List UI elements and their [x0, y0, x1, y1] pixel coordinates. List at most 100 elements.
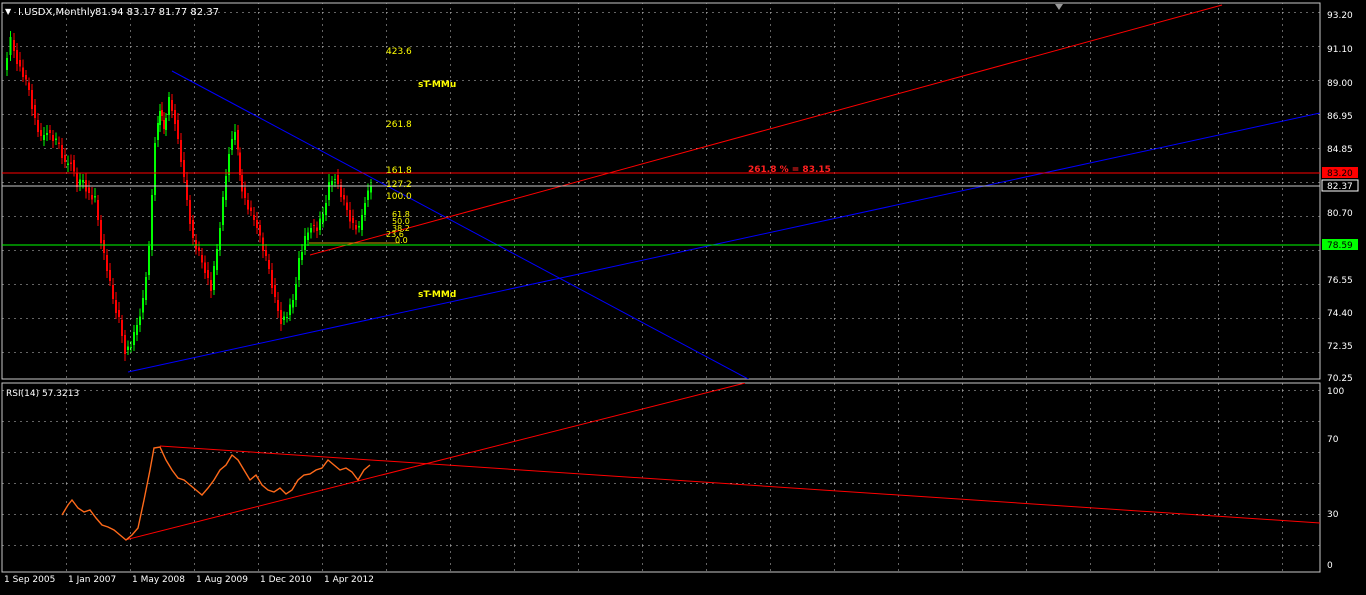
candle-body	[192, 220, 194, 238]
candle-body	[244, 187, 246, 198]
candle-body	[265, 250, 267, 256]
date-label: 1 Aug 2009	[196, 575, 248, 585]
candle-body	[31, 90, 33, 109]
candle-body	[241, 175, 243, 192]
price-label: 76.55	[1327, 276, 1353, 286]
candle-body	[256, 220, 258, 228]
candle-body	[22, 67, 24, 77]
candle-body	[180, 140, 182, 162]
candle-body	[168, 97, 170, 115]
candle-body	[316, 227, 318, 231]
candle-body	[367, 190, 369, 200]
candle-body	[76, 172, 78, 187]
price-label: 86.95	[1327, 112, 1353, 122]
candle-body	[183, 160, 185, 177]
target-level-label: 261.8 % = 83.15	[748, 165, 831, 175]
candle-body	[222, 197, 224, 225]
chart-canvas[interactable]: 423.6 261.8 161.8 127.2 100.0 61.8 50.0 …	[0, 0, 1366, 591]
candle-body	[115, 300, 117, 313]
date-label: 1 Sep 2005	[4, 575, 55, 585]
candle-body	[64, 155, 66, 162]
candle-body	[142, 298, 144, 313]
candle-body	[322, 214, 324, 223]
candle-body	[361, 215, 363, 230]
candle-body	[171, 100, 173, 111]
candle-body	[247, 200, 249, 210]
candle-body	[328, 182, 330, 200]
rsi-grid	[2, 383, 1320, 572]
price-axis: 93.20 91.10 89.00 86.95 84.85 80.70 76.5…	[1321, 11, 1359, 384]
fibo-label-0: 0.0	[395, 236, 408, 245]
candle-body	[106, 255, 108, 271]
candle-body	[295, 284, 297, 300]
candle-body	[28, 82, 30, 90]
candle-body	[186, 180, 188, 200]
candle-body	[213, 266, 215, 290]
candle-body	[52, 135, 54, 141]
candle-body	[307, 232, 309, 240]
ohlc-values: 81.94 83.17 81.77 82.37	[95, 7, 219, 18]
window-title: ▼ I.USDX,Monthly 81.94 83.17 81.77 82.37	[5, 7, 219, 18]
current-price-value: 82.37	[1327, 182, 1353, 192]
candle-body	[219, 228, 221, 250]
candle-body	[216, 249, 218, 270]
candle-body	[358, 226, 360, 228]
fibo-label-261: 261.8	[386, 120, 412, 130]
candle-body	[9, 37, 12, 55]
price-panel[interactable]: 423.6 261.8 161.8 127.2 100.0 61.8 50.0 …	[1, 2, 1321, 380]
candle-body	[310, 228, 312, 233]
red-level-value: 83.20	[1327, 169, 1353, 179]
price-label: 74.40	[1327, 309, 1353, 319]
candle-body	[262, 237, 264, 251]
rsi-panel[interactable]: RSI(14) 57.3213 100 70 30 0	[1, 382, 1344, 573]
candle-body	[277, 300, 279, 311]
candle-body	[239, 152, 241, 175]
price-label: 70.25	[1327, 374, 1353, 384]
window-menu-icon[interactable]: ▼	[5, 7, 12, 16]
candle-body	[151, 195, 153, 250]
candle-body	[331, 181, 333, 185]
candle-body	[124, 335, 126, 354]
candle-body	[127, 346, 129, 350]
price-label: 89.00	[1327, 79, 1353, 89]
candle-body	[94, 196, 96, 198]
candle-body	[67, 163, 69, 165]
candle-body	[121, 320, 123, 336]
chart-window[interactable]: 423.6 261.8 161.8 127.2 100.0 61.8 50.0 …	[0, 0, 1366, 591]
fibo-label-100: 100.0	[386, 192, 412, 202]
candle-body	[103, 240, 105, 253]
candle-body	[43, 135, 45, 140]
candle-body	[49, 130, 51, 133]
candle-body	[161, 110, 163, 116]
fibo-label-423: 423.6	[386, 47, 412, 57]
mm-upper-label: sT-MMu	[418, 80, 456, 90]
candle-body	[73, 160, 75, 172]
candle-body	[364, 203, 366, 215]
candle-body	[100, 220, 102, 243]
candle-body	[204, 262, 206, 273]
candle-body	[280, 310, 282, 324]
date-label: 1 Dec 2010	[260, 575, 312, 585]
candle-body	[61, 145, 63, 158]
candle-body	[340, 185, 342, 197]
candle-body	[313, 225, 315, 226]
date-label: 1 Jan 2007	[68, 575, 116, 585]
candle-body	[25, 75, 27, 80]
candle-body	[145, 277, 147, 300]
candle-body	[304, 236, 306, 250]
candle-body	[268, 260, 270, 269]
candle-body	[253, 215, 255, 220]
candle-body	[225, 176, 227, 200]
candle-body	[34, 105, 36, 118]
candle-body	[159, 111, 161, 125]
candle-body	[271, 270, 273, 288]
candle-body	[46, 133, 48, 135]
candle-body	[370, 186, 372, 193]
candle-body	[88, 187, 90, 193]
candle-body	[37, 120, 39, 132]
candle-body	[250, 207, 252, 211]
rsi-level-label: 0	[1327, 561, 1333, 571]
candle-body	[286, 317, 288, 318]
candle-body	[234, 132, 236, 140]
candle-body	[198, 247, 200, 251]
